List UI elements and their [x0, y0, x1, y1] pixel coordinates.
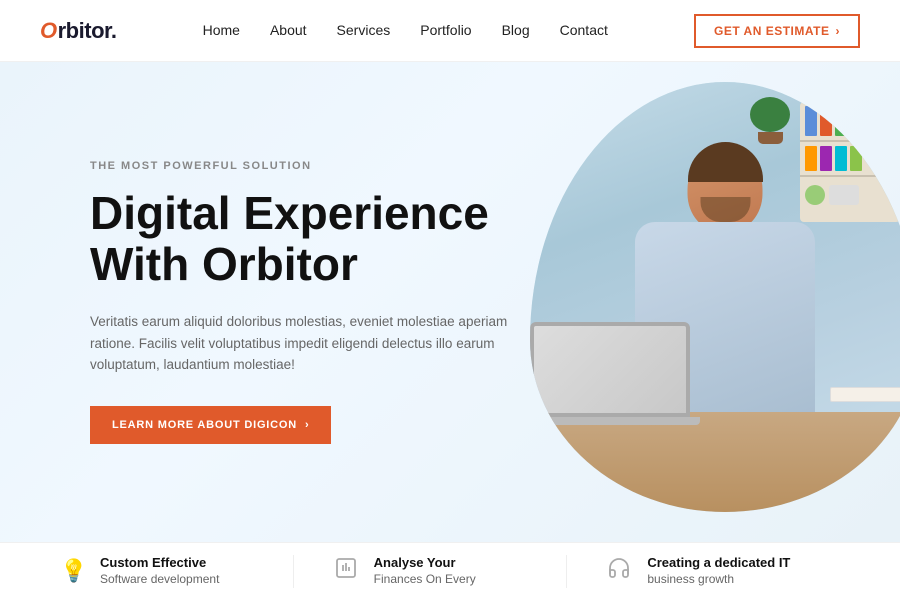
book-8	[835, 146, 847, 171]
hero-content: THE MOST POWERFUL SOLUTION Digital Exper…	[0, 160, 510, 444]
learn-more-button[interactable]: LEARN MORE ABOUT DIGICON ›	[90, 406, 331, 444]
feature-text-3: Creating a dedicated IT business growth	[647, 555, 790, 587]
plant-pot	[758, 132, 783, 144]
estimate-arrow-icon: ›	[836, 24, 841, 38]
laptop	[530, 322, 700, 425]
hero-image	[530, 82, 900, 512]
logo-icon: O	[40, 18, 57, 44]
logo[interactable]: O rbitor.	[40, 18, 116, 44]
nav-link-about[interactable]: About	[270, 22, 307, 38]
box-decoration	[829, 185, 859, 205]
feature-item-2: Analyse Your Finances On Every	[293, 555, 567, 587]
plant-leaves	[750, 97, 790, 132]
person-beard	[700, 197, 750, 222]
nav-link-portfolio[interactable]: Portfolio	[420, 22, 471, 38]
feature-title-2: Analyse Your	[374, 555, 476, 572]
nav-link-contact[interactable]: Contact	[560, 22, 608, 38]
plant-decoration	[750, 97, 790, 142]
chart-icon	[334, 556, 362, 586]
nav-link-blog[interactable]: Blog	[502, 22, 530, 38]
book-9	[850, 146, 862, 171]
hero-description: Veritatis earum aliquid doloribus molest…	[90, 311, 510, 376]
feature-title-1: Custom Effective	[100, 555, 219, 572]
hero-section: THE MOST POWERFUL SOLUTION Digital Exper…	[0, 62, 900, 542]
nav-item-home[interactable]: Home	[203, 22, 240, 40]
logo-text: rbitor.	[58, 18, 117, 44]
book-3	[835, 106, 847, 136]
book-1	[805, 106, 817, 136]
nav-item-blog[interactable]: Blog	[502, 22, 530, 40]
person-hair	[688, 142, 763, 182]
nav-link-home[interactable]: Home	[203, 22, 240, 38]
feature-item-1: 💡 Custom Effective Software development	[60, 555, 293, 587]
book-4	[850, 106, 862, 136]
feature-subtitle-3: business growth	[647, 572, 790, 588]
learn-more-label: LEARN MORE ABOUT DIGICON	[112, 419, 297, 431]
nav-link-services[interactable]: Services	[337, 22, 391, 38]
book-2	[820, 106, 832, 136]
navbar: O rbitor. Home About Services Portfolio …	[0, 0, 900, 62]
headphones-icon	[607, 556, 635, 586]
hero-title-line2: With Orbitor	[90, 238, 358, 290]
lightbulb-icon: 💡	[60, 558, 88, 584]
feature-subtitle-2: Finances On Every	[374, 572, 476, 588]
hero-title-line1: Digital Experience	[90, 187, 489, 239]
feature-text-1: Custom Effective Software development	[100, 555, 219, 587]
estimate-label: GET AN ESTIMATE	[714, 24, 830, 38]
nav-item-contact[interactable]: Contact	[560, 22, 608, 40]
feature-title-3: Creating a dedicated IT	[647, 555, 790, 572]
nav-item-services[interactable]: Services	[337, 22, 391, 40]
feature-text-2: Analyse Your Finances On Every	[374, 555, 476, 587]
notebook	[830, 387, 900, 402]
nav-item-portfolio[interactable]: Portfolio	[420, 22, 471, 40]
laptop-screen	[530, 322, 690, 417]
feature-subtitle-1: Software development	[100, 572, 219, 588]
hero-subtitle: THE MOST POWERFUL SOLUTION	[90, 160, 510, 172]
hero-title: Digital Experience With Orbitor	[90, 188, 510, 289]
desk-surface	[530, 412, 900, 512]
nav-links: Home About Services Portfolio Blog Conta…	[203, 22, 608, 40]
get-estimate-button[interactable]: GET AN ESTIMATE ›	[694, 14, 860, 48]
feature-item-3: Creating a dedicated IT business growth	[566, 555, 840, 587]
features-bar: 💡 Custom Effective Software development …	[0, 542, 900, 600]
learn-more-arrow-icon: ›	[305, 419, 309, 431]
book-5	[865, 106, 877, 136]
person-head	[688, 147, 763, 232]
hero-person-illustration	[530, 82, 900, 512]
nav-item-about[interactable]: About	[270, 22, 307, 40]
laptop-base	[530, 417, 700, 425]
shelf-row-1	[800, 102, 900, 142]
